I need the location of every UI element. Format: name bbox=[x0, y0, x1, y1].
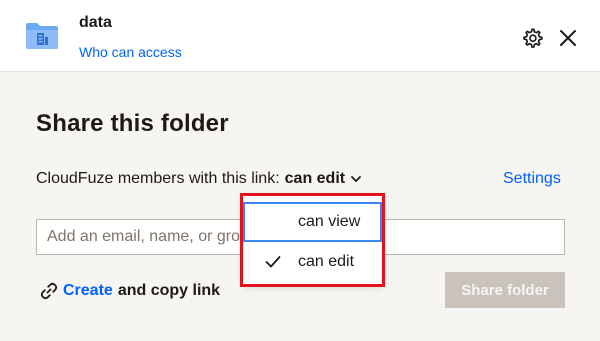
permission-prefix: CloudFuze members with this link: bbox=[36, 170, 280, 187]
chevron-down-icon[interactable] bbox=[350, 173, 362, 185]
folder-icon bbox=[26, 23, 58, 49]
close-icon[interactable] bbox=[557, 27, 579, 49]
gear-icon[interactable] bbox=[521, 27, 543, 49]
settings-link[interactable]: Settings bbox=[503, 170, 561, 188]
create-link-rest-text: and copy link bbox=[117, 282, 221, 299]
create-link-button[interactable]: Create bbox=[63, 282, 113, 300]
permission-dropdown-value[interactable]: can edit bbox=[285, 170, 345, 188]
highlight-box bbox=[240, 193, 385, 287]
link-icon bbox=[40, 282, 58, 300]
folder-name: data bbox=[79, 14, 112, 31]
link-permission-line: CloudFuze members with this link: can ed… bbox=[36, 170, 362, 188]
dialog-header: data Who can access bbox=[0, 0, 600, 72]
dialog-title: Share this folder bbox=[36, 110, 229, 137]
who-can-access-link[interactable]: Who can access bbox=[79, 44, 182, 60]
create-copy-link: Create and copy link bbox=[40, 282, 220, 300]
share-folder-button[interactable]: Share folder bbox=[445, 272, 565, 308]
